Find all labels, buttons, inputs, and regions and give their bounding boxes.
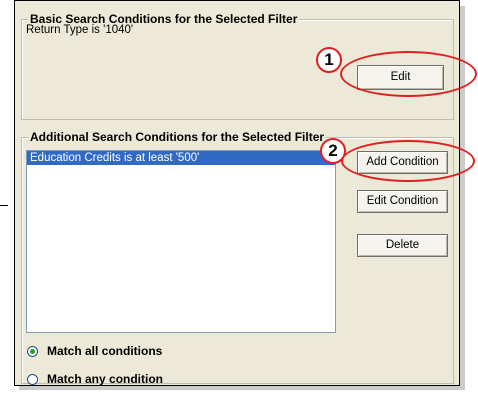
edit-condition-button[interactable]: Edit Condition <box>357 190 448 213</box>
match-all-radio[interactable] <box>27 345 38 357</box>
match-all-label: Match all conditions <box>47 344 163 358</box>
match-any-radio[interactable] <box>27 373 38 385</box>
callout-oval-2 <box>341 140 475 182</box>
match-any-option[interactable]: Match any condition <box>27 372 163 386</box>
delete-button[interactable]: Delete <box>357 234 448 257</box>
list-item[interactable]: Education Credits is at least '500' <box>27 151 335 165</box>
additional-group-title: Additional Search Conditions for the Sel… <box>28 130 327 144</box>
match-all-option[interactable]: Match all conditions <box>27 344 162 358</box>
match-any-label: Match any condition <box>47 372 164 386</box>
basic-condition-text: Return Type is '1040' <box>26 24 134 36</box>
callout-number-1: 1 <box>316 47 342 73</box>
callout-number-2: 2 <box>320 138 346 164</box>
callout-oval-1 <box>340 51 477 97</box>
margin-tick <box>0 205 8 206</box>
conditions-listbox[interactable]: Education Credits is at least '500' <box>26 150 336 333</box>
